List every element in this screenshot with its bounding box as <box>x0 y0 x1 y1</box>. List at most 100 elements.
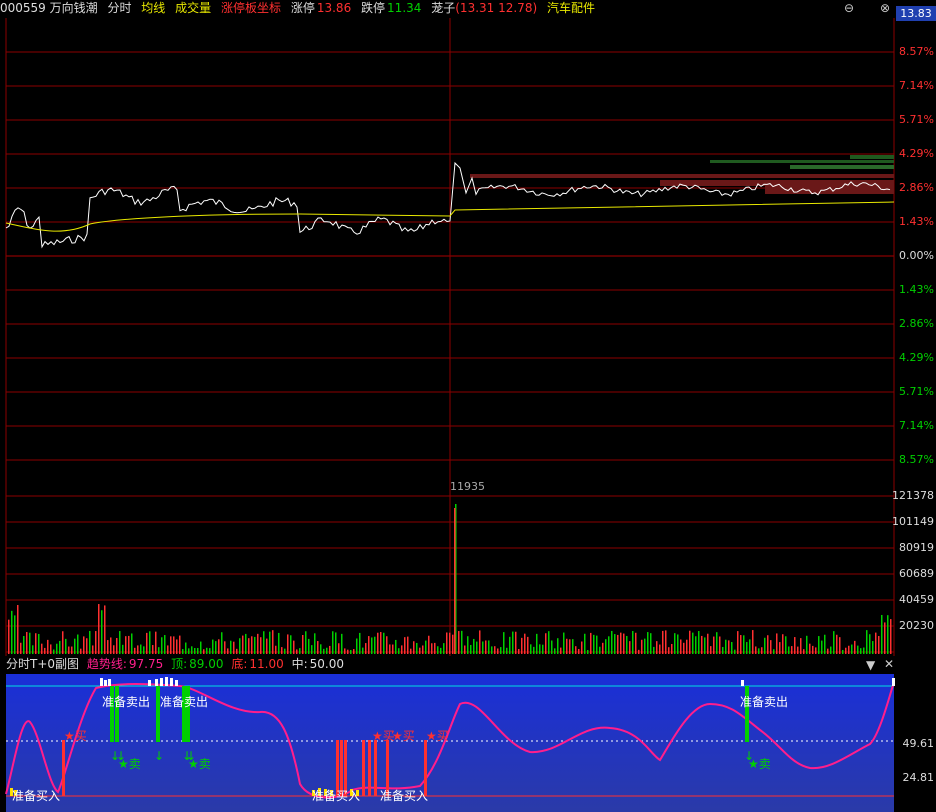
volume-bar <box>26 632 28 654</box>
volume-bar <box>89 630 91 654</box>
volume-axis-label: 80919 <box>899 541 934 554</box>
mode-label[interactable]: 分时 <box>107 1 131 15</box>
volume-bar <box>662 630 664 654</box>
volume-bar <box>398 648 400 654</box>
close-icon[interactable]: ⊗ <box>880 1 890 15</box>
volume-bar <box>884 622 886 654</box>
stock-code-name[interactable]: 000559 万向钱潮 <box>0 1 98 15</box>
volume-bar <box>800 638 802 654</box>
volume-bar <box>599 646 601 654</box>
volume-bar <box>38 633 40 654</box>
volume-bar <box>596 635 598 654</box>
volume-axis-label: 101149 <box>892 515 934 528</box>
volume-bar <box>377 632 379 654</box>
sub-axis: 49.61 24.81 <box>894 674 936 812</box>
volume-label[interactable]: 成交量 <box>175 1 211 15</box>
volume-bar <box>185 642 187 654</box>
sell-arrow-icon: ↓ <box>744 749 754 763</box>
volume-bar <box>8 619 10 654</box>
volume-bar <box>368 636 370 654</box>
price-axis-label-down: 1.43% <box>899 283 934 296</box>
volume-bar <box>434 642 436 654</box>
volume-bar <box>383 632 385 654</box>
volume-bar <box>392 644 394 654</box>
volume-bar <box>191 646 193 654</box>
price-axis-label-up: 4.29% <box>899 147 934 160</box>
volume-bar <box>83 636 85 654</box>
sub-close-icon[interactable]: ✕ <box>884 657 894 671</box>
volume-bar <box>356 638 358 654</box>
limit-up-label: 涨停 <box>290 1 315 15</box>
volume-bar <box>551 640 553 654</box>
volume-bar <box>488 640 490 654</box>
volume-bar <box>317 641 319 654</box>
volume-bar <box>512 631 514 654</box>
volume-bar <box>797 646 799 654</box>
volume-bar <box>305 631 307 654</box>
volume-bar <box>863 647 865 654</box>
volume-bar <box>758 648 760 654</box>
volume-bar <box>236 648 238 654</box>
sector-label[interactable]: 汽车配件 <box>547 1 595 15</box>
volume-bar <box>812 645 814 654</box>
volume-bar <box>344 648 346 654</box>
sell-arrow-icon: ↓ <box>154 749 164 763</box>
volume-bar <box>170 636 172 654</box>
volume-bar <box>782 634 784 654</box>
price-axis-label-down: 2.86% <box>899 317 934 330</box>
volume-bar <box>212 639 214 654</box>
volume-bar <box>851 644 853 654</box>
volume-bar <box>839 637 841 654</box>
volume-bar <box>248 638 250 654</box>
volume-bar <box>245 633 247 654</box>
mid-label: 中: <box>291 657 308 671</box>
volume-bar <box>215 641 217 654</box>
volume-bar <box>437 646 439 654</box>
volume-bar <box>641 639 643 654</box>
volume-bar <box>32 645 34 654</box>
depth-bar-green <box>790 165 894 169</box>
volume-bar <box>590 632 592 654</box>
volume-bar <box>68 646 70 654</box>
volume-bar <box>509 636 511 654</box>
limit-coord-label[interactable]: 涨停板坐标 <box>221 1 281 15</box>
limit-up-value: 13.86 <box>316 1 352 15</box>
volume-bar <box>293 640 295 654</box>
volume-bar <box>743 635 745 654</box>
volume-bar <box>149 631 151 654</box>
volume-bar <box>554 648 556 654</box>
volume-bar <box>761 647 763 654</box>
volume-bar <box>602 642 604 654</box>
sell-arrow-icon: ↓ <box>116 749 126 763</box>
volume-bar <box>335 632 337 654</box>
volume-bar <box>806 635 808 654</box>
volume-bar <box>569 639 571 654</box>
volume-bar <box>329 645 331 654</box>
volume-axis: 121378 101149 80919 60689 40459 20230 <box>892 490 936 656</box>
volume-bar <box>521 637 523 654</box>
overbought-bar <box>175 680 178 686</box>
volume-bar <box>125 636 127 654</box>
volume-bar <box>803 649 805 654</box>
avg-line-label[interactable]: 均线 <box>141 1 165 15</box>
sub-collapse-icon[interactable]: ▼ <box>866 658 875 672</box>
buy-signal-bar <box>336 740 339 796</box>
volume-bar <box>470 644 472 654</box>
sub-title[interactable]: 分时T+0副图 <box>6 657 79 671</box>
volume-bar <box>572 639 574 654</box>
volume-bar <box>308 638 310 654</box>
volume-bar <box>287 634 289 654</box>
volume-bar <box>65 638 67 654</box>
volume-bar <box>251 636 253 654</box>
volume-bar <box>827 648 829 654</box>
volume-bar <box>539 644 541 654</box>
minimize-icon[interactable]: ⊖ <box>844 1 854 15</box>
volume-bar <box>311 645 313 654</box>
volume-bar <box>548 631 550 654</box>
volume-bar <box>461 630 463 654</box>
volume-bar <box>425 640 427 654</box>
stock-name-label: 茏子 <box>431 1 456 15</box>
volume-bar <box>527 636 529 654</box>
buy-signal-bar <box>62 740 65 796</box>
volume-bar <box>668 647 670 654</box>
